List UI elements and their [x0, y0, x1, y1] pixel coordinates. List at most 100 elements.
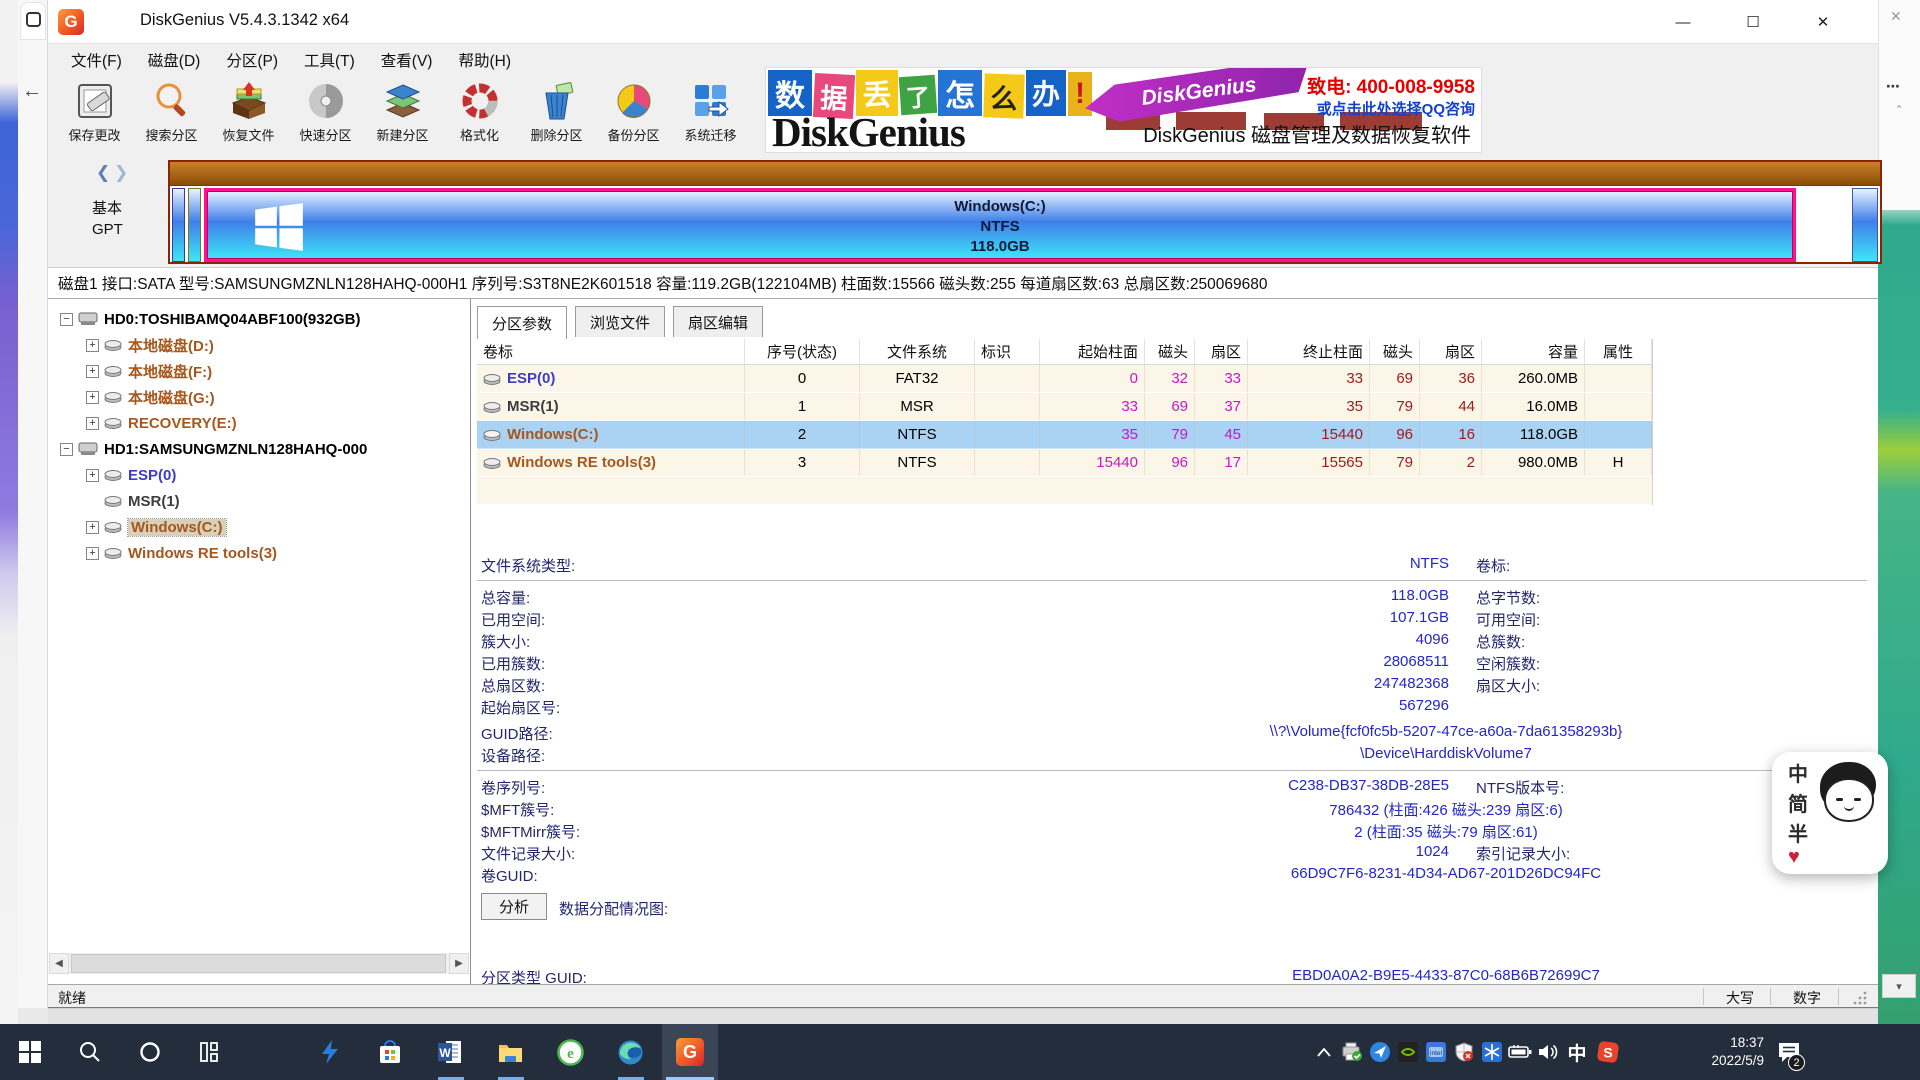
- delete-partition-button[interactable]: 删除分区: [518, 75, 595, 153]
- tree-item-hd0[interactable]: − HD0:TOSHIBAMQ04ABF100(932GB): [60, 307, 360, 331]
- nav-next-icon[interactable]: ❯: [114, 163, 128, 183]
- col-header[interactable]: 卷标: [477, 339, 745, 364]
- taskbar-diskgenius-button-active[interactable]: G: [662, 1024, 718, 1080]
- sogou-ime-panel[interactable]: 中 简 半 ♥: [1772, 752, 1888, 874]
- close-button[interactable]: ✕: [1808, 7, 1838, 37]
- volume-tray-icon[interactable]: [1534, 1024, 1562, 1080]
- quick-partition-button[interactable]: 快速分区: [287, 75, 364, 153]
- back-arrow-icon[interactable]: ←: [22, 80, 42, 103]
- expand-icon[interactable]: +: [86, 417, 99, 430]
- table-row-windows-c-selected[interactable]: Windows(C:) 2 NTFS 35 79 45 15440 96 16 …: [477, 421, 1652, 449]
- maximize-button[interactable]: ☐: [1738, 7, 1768, 37]
- expand-icon[interactable]: +: [86, 365, 99, 378]
- tree-item-local-g[interactable]: + 本地磁盘(G:): [86, 385, 215, 409]
- menu-tools[interactable]: 工具(T): [291, 45, 368, 75]
- taskbar-clock[interactable]: 18:37 2022/5/9: [1652, 1024, 1768, 1080]
- menu-help[interactable]: 帮助(H): [445, 45, 524, 75]
- intel-graphics-tray-icon[interactable]: intel: [1422, 1024, 1450, 1080]
- taskbar-explorer-button[interactable]: [482, 1024, 538, 1080]
- ad-qq-link[interactable]: 或点击此处选择QQ咨询: [1317, 98, 1475, 119]
- tab-sector-edit[interactable]: 扇区编辑: [673, 306, 763, 337]
- tree-item-windows-re[interactable]: + Windows RE tools(3): [86, 541, 277, 565]
- system-migrate-button[interactable]: 系统迁移: [672, 75, 749, 153]
- tab-partition-params[interactable]: 分区参数: [477, 306, 567, 339]
- tree-item-msr[interactable]: MSR(1): [104, 489, 180, 513]
- security-shield-tray-icon[interactable]: [1450, 1024, 1478, 1080]
- save-changes-button[interactable]: 保存更改: [56, 75, 133, 153]
- col-header[interactable]: 终止柱面: [1248, 339, 1370, 364]
- nvidia-tray-icon[interactable]: [1394, 1024, 1422, 1080]
- pinned-app-store[interactable]: [362, 1024, 418, 1080]
- battery-tray-icon[interactable]: [1506, 1024, 1534, 1080]
- format-button[interactable]: 格式化: [441, 75, 518, 153]
- nav-prev-icon[interactable]: ❮: [96, 163, 110, 183]
- col-header[interactable]: 扇区: [1195, 339, 1248, 364]
- partition-block-re-tools[interactable]: [1852, 188, 1878, 262]
- taskbar-word-button[interactable]: W: [422, 1024, 478, 1080]
- new-partition-button[interactable]: 新建分区: [364, 75, 441, 153]
- messenger-tray-icon[interactable]: [1366, 1024, 1394, 1080]
- partition-block-msr[interactable]: [188, 188, 201, 262]
- menu-disk[interactable]: 磁盘(D): [135, 45, 214, 75]
- ime-mode-simplified[interactable]: 简: [1788, 788, 1808, 817]
- ime-mode-chinese[interactable]: 中: [1788, 758, 1808, 787]
- menu-file[interactable]: 文件(F): [58, 45, 135, 75]
- table-row-windows-re[interactable]: Windows RE tools(3) 3 NTFS 15440 96 17 1…: [477, 449, 1652, 477]
- pinned-app-ie[interactable]: e: [542, 1024, 598, 1080]
- resize-grip[interactable]: [1853, 991, 1867, 1005]
- analyze-button[interactable]: 分析: [481, 893, 547, 920]
- printer-tray-icon[interactable]: [1338, 1024, 1366, 1080]
- sogou-tray-icon[interactable]: S: [1594, 1024, 1622, 1080]
- ime-mode-halfwidth[interactable]: 半: [1788, 818, 1808, 847]
- expand-icon[interactable]: +: [86, 391, 99, 404]
- start-button[interactable]: [2, 1024, 58, 1080]
- col-header[interactable]: 文件系统: [860, 339, 975, 364]
- table-row-msr[interactable]: MSR(1) 1 MSR 33 69 37 35 79 44 16.0MB: [477, 393, 1652, 421]
- action-center-icon[interactable]: [1775, 1024, 1803, 1080]
- snowflake-tray-icon[interactable]: [1478, 1024, 1506, 1080]
- col-header[interactable]: 标识: [975, 339, 1040, 364]
- col-header[interactable]: 磁头: [1145, 339, 1195, 364]
- taskbar-edge-button[interactable]: [602, 1024, 658, 1080]
- scroll-right-icon[interactable]: ▶: [449, 953, 469, 974]
- expand-icon[interactable]: +: [86, 469, 99, 482]
- minimize-button[interactable]: —: [1668, 7, 1698, 37]
- pinned-app-flash[interactable]: [302, 1024, 358, 1080]
- notification-count-badge[interactable]: 2: [1788, 1054, 1805, 1071]
- expand-icon[interactable]: +: [86, 547, 99, 560]
- tree-horizontal-scrollbar[interactable]: ◀ ▶: [49, 953, 469, 974]
- menu-view[interactable]: 查看(V): [368, 45, 446, 75]
- col-header[interactable]: 序号(状态): [745, 339, 860, 364]
- cortana-button[interactable]: [122, 1024, 178, 1080]
- tree-item-esp[interactable]: + ESP(0): [86, 463, 176, 487]
- taskbar-search-button[interactable]: [62, 1024, 118, 1080]
- backup-partition-button[interactable]: 备份分区: [595, 75, 672, 153]
- tree-item-local-d[interactable]: + 本地磁盘(D:): [86, 333, 214, 357]
- tree-item-windows-c[interactable]: + Windows(C:): [86, 515, 226, 539]
- col-header[interactable]: 起始柱面: [1040, 339, 1145, 364]
- scrollbar-thumb[interactable]: [71, 954, 446, 973]
- collapse-icon[interactable]: −: [60, 313, 73, 326]
- collapse-icon[interactable]: −: [60, 443, 73, 456]
- expand-icon[interactable]: +: [86, 521, 99, 534]
- col-header[interactable]: 容量: [1482, 339, 1585, 364]
- scroll-left-icon[interactable]: ◀: [49, 953, 69, 974]
- ad-banner[interactable]: 数 据 丢 了 怎 么 办 ! DiskGenius DiskGenius 致电…: [765, 67, 1482, 153]
- menu-partition[interactable]: 分区(P): [213, 45, 291, 75]
- table-row-esp[interactable]: ESP(0) 0 FAT32 0 32 33 33 69 36 260.0MB: [477, 365, 1652, 393]
- ime-language-indicator[interactable]: 中: [1562, 1024, 1592, 1080]
- col-header[interactable]: 扇区: [1420, 339, 1482, 364]
- col-header[interactable]: 属性: [1585, 339, 1652, 364]
- tray-expand-icon[interactable]: [1310, 1024, 1338, 1080]
- tree-item-recovery-e[interactable]: + RECOVERY(E:): [86, 411, 237, 435]
- tree-item-local-f[interactable]: + 本地磁盘(F:): [86, 359, 212, 383]
- col-header[interactable]: 磁头: [1370, 339, 1420, 364]
- heart-icon[interactable]: ♥: [1788, 846, 1800, 869]
- recover-files-button[interactable]: 恢复文件: [210, 75, 287, 153]
- partition-block-windows-c[interactable]: Windows(C:) NTFS 118.0GB: [204, 188, 1796, 262]
- task-view-button[interactable]: [182, 1024, 238, 1080]
- search-partition-button[interactable]: 搜索分区: [133, 75, 210, 153]
- partition-block-esp[interactable]: [172, 188, 185, 262]
- tab-browse-files[interactable]: 浏览文件: [575, 306, 665, 337]
- expand-icon[interactable]: +: [86, 339, 99, 352]
